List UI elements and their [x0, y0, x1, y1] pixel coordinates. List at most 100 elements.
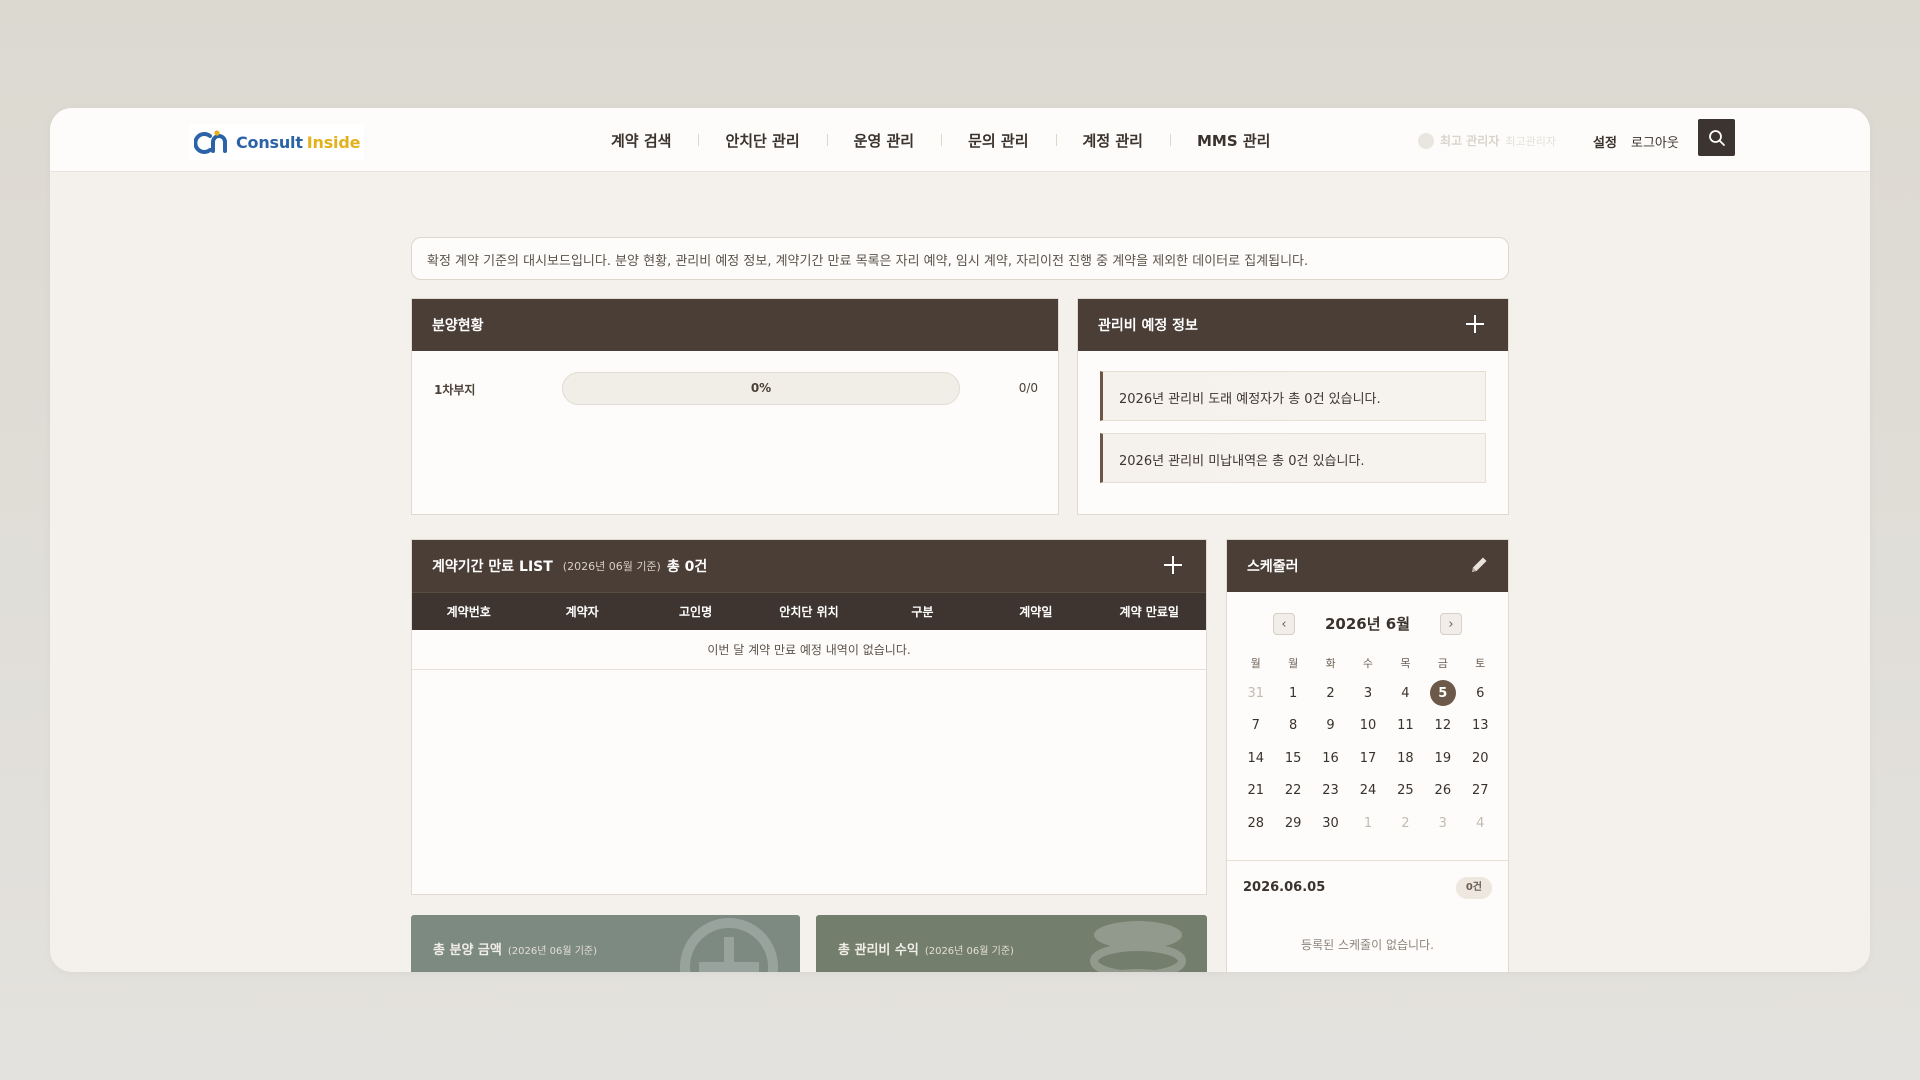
- total-fee-income-card[interactable]: 총 관리비 수익 (2026년 06월 기준): [816, 915, 1207, 972]
- weekday: 월: [1288, 657, 1299, 670]
- calendar-day[interactable]: 4: [1387, 677, 1424, 710]
- sales-watermark-icon: [680, 918, 778, 972]
- total-sales-card[interactable]: 총 분양 금액 (2026년 06월 기준): [411, 915, 800, 972]
- weekday: 월: [1250, 657, 1261, 670]
- card-subtitle: (2026년 06월 기준): [507, 946, 597, 957]
- panel-header: 분양현황: [412, 299, 1058, 351]
- schedule-count-badge: 0건: [1455, 877, 1492, 899]
- dashboard-notice: 확정 계약 기준의 대시보드입니다. 분양 현황, 관리비 예정 정보, 계약기…: [411, 237, 1509, 280]
- nav-contract-search[interactable]: 계약 검색: [584, 130, 698, 151]
- table-header: 계약번호 계약자 고인명 안치단 위치 구분 계약일 계약 만료일: [412, 592, 1206, 630]
- calendar-day[interactable]: 7: [1237, 710, 1274, 743]
- calendar-week: 21 22 23 24 25 26 27: [1237, 775, 1499, 808]
- calendar-day[interactable]: 13: [1462, 710, 1499, 743]
- calendar-day[interactable]: 20: [1462, 742, 1499, 775]
- settings-link[interactable]: 설정: [1593, 132, 1617, 151]
- sales-status-panel: 분양현황 1차부지 0% 0/0: [411, 298, 1059, 515]
- calendar-day[interactable]: 31: [1237, 677, 1274, 710]
- calendar-day[interactable]: 23: [1312, 775, 1349, 808]
- calendar-day[interactable]: 4: [1462, 807, 1499, 840]
- card-subtitle: (2026년 06월 기준): [924, 946, 1014, 957]
- column-contract-number[interactable]: 계약번호: [412, 593, 525, 630]
- calendar-day[interactable]: 21: [1237, 775, 1274, 808]
- column-contractor[interactable]: 계약자: [525, 593, 638, 630]
- divider: [1227, 860, 1508, 861]
- user-name: 최고관리자: [1505, 134, 1556, 148]
- pencil-icon[interactable]: [1468, 554, 1490, 576]
- calendar-day[interactable]: 26: [1424, 775, 1461, 808]
- calendar-day[interactable]: 3: [1424, 807, 1461, 840]
- column-category[interactable]: 구분: [866, 593, 979, 630]
- logout-link[interactable]: 로그아웃: [1631, 132, 1679, 151]
- panel-total: 총 0건: [666, 559, 708, 575]
- column-niche-location[interactable]: 안치단 위치: [752, 593, 865, 630]
- calendar-day[interactable]: 17: [1349, 742, 1386, 775]
- user-avatar-icon: [1418, 132, 1434, 149]
- brand-name-part1: Consult: [236, 132, 303, 152]
- calendar-day[interactable]: 29: [1274, 807, 1311, 840]
- brand-logo[interactable]: Consult Inside: [190, 124, 365, 160]
- calendar-day[interactable]: 6: [1462, 677, 1499, 710]
- search-icon: [1708, 129, 1725, 146]
- panel-title: 계약기간 만료 LIST: [432, 559, 553, 575]
- calendar-grid: 31 1 2 3 4 5 6 7 8 9 10 11 12 13 14 15 1…: [1237, 677, 1499, 840]
- calendar-day[interactable]: 30: [1312, 807, 1349, 840]
- calendar-day[interactable]: 3: [1349, 677, 1386, 710]
- calendar-week: 14 15 16 17 18 19 20: [1237, 742, 1499, 775]
- calendar-day[interactable]: 18: [1387, 742, 1424, 775]
- sales-row-count: 0/0: [1018, 381, 1038, 395]
- calendar-day[interactable]: 25: [1387, 775, 1424, 808]
- calendar-day[interactable]: 19: [1424, 742, 1461, 775]
- calendar-day[interactable]: 28: [1237, 807, 1274, 840]
- fee-item-upcoming[interactable]: 2026년 관리비 도래 예정자가 총 0건 있습니다.: [1100, 371, 1486, 421]
- top-bar: Consult Inside 계약 검색 안치단 관리 운영 관리 문의 관리 계…: [50, 108, 1870, 172]
- nav-inquiry-management[interactable]: 문의 관리: [941, 130, 1055, 151]
- fee-item-unpaid[interactable]: 2026년 관리비 미납내역은 총 0건 있습니다.: [1100, 433, 1486, 483]
- column-deceased[interactable]: 고인명: [639, 593, 752, 630]
- column-contract-date[interactable]: 계약일: [979, 593, 1092, 630]
- weekday: 토: [1475, 657, 1486, 670]
- calendar-day[interactable]: 2: [1387, 807, 1424, 840]
- plus-icon[interactable]: [1162, 554, 1184, 576]
- calendar-day[interactable]: 10: [1349, 710, 1386, 743]
- table-empty-message: 이번 달 계약 만료 예정 내역이 없습니다.: [412, 630, 1206, 670]
- calendar-day-selected[interactable]: 5: [1424, 677, 1461, 710]
- brand-name-part2: Inside: [306, 132, 361, 152]
- card-title: 총 분양 금액: [433, 943, 502, 958]
- weekday: 목: [1400, 657, 1411, 670]
- calendar-day[interactable]: 11: [1387, 710, 1424, 743]
- calendar-day[interactable]: 24: [1349, 775, 1386, 808]
- sales-progress-percent: 0%: [750, 381, 772, 395]
- calendar-day[interactable]: 22: [1274, 775, 1311, 808]
- selected-day-label: 5: [1429, 680, 1456, 707]
- calendar-day[interactable]: 12: [1424, 710, 1461, 743]
- calendar-day[interactable]: 2: [1312, 677, 1349, 710]
- calendar-day[interactable]: 16: [1312, 742, 1349, 775]
- schedule-empty-message: 등록된 스케줄이 없습니다.: [1301, 938, 1434, 952]
- weekday: 금: [1437, 657, 1448, 670]
- calendar-day[interactable]: 27: [1462, 775, 1499, 808]
- card-title: 총 관리비 수익: [838, 943, 919, 958]
- calendar-day[interactable]: 9: [1312, 710, 1349, 743]
- calendar-day[interactable]: 14: [1237, 742, 1274, 775]
- panel-header: 관리비 예정 정보: [1078, 299, 1508, 351]
- nav-mms-management[interactable]: MMS 관리: [1169, 130, 1297, 151]
- weekday: 화: [1325, 657, 1336, 670]
- app-window: Consult Inside 계약 검색 안치단 관리 운영 관리 문의 관리 계…: [50, 108, 1870, 972]
- sales-progress-bar: 0%: [562, 372, 960, 405]
- search-button[interactable]: [1698, 119, 1735, 156]
- calendar-day[interactable]: 8: [1274, 710, 1311, 743]
- nav-operation-management[interactable]: 운영 관리: [826, 130, 941, 151]
- nav-account-management[interactable]: 계정 관리: [1055, 130, 1170, 151]
- calendar-day[interactable]: 1: [1349, 807, 1386, 840]
- panel-header: 스케줄러: [1227, 540, 1508, 592]
- sales-row: 1차부지 0% 0/0: [434, 371, 1038, 407]
- calendar-day[interactable]: 15: [1274, 742, 1311, 775]
- column-expiry-date[interactable]: 계약 만료일: [1093, 593, 1206, 630]
- contract-expiry-panel: 계약기간 만료 LIST (2026년 06월 기준) 총 0건 계약번호 계약…: [411, 539, 1207, 895]
- calendar-day[interactable]: 1: [1274, 677, 1311, 710]
- nav-niche-management[interactable]: 안치단 관리: [698, 130, 826, 151]
- plus-icon[interactable]: [1464, 313, 1486, 335]
- panel-title: 분양현황: [432, 318, 484, 334]
- calendar-next-button[interactable]: ›: [1440, 613, 1462, 635]
